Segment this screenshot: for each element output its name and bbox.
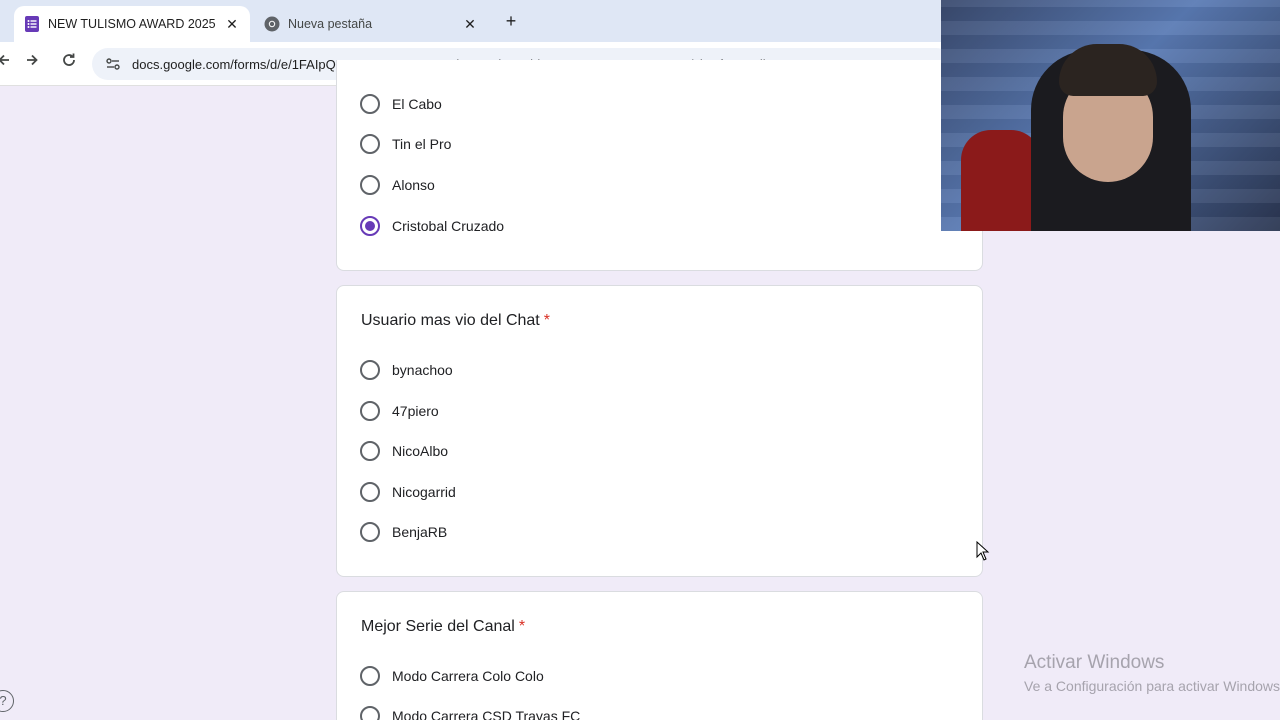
question-card-mejor-serie: Mejor Serie del Canal * Modo Carrera Colo… — [336, 591, 983, 720]
watermark-subtitle: Ve a Configuración para activar Windows. — [1024, 678, 1280, 694]
question-title: Mejor Serie del Canal * — [361, 618, 525, 636]
question-title: Usuario mas vio del Chat * — [361, 312, 550, 330]
help-icon[interactable]: ? — [0, 690, 14, 712]
webcam-overlay — [941, 0, 1280, 231]
watermark-title: Activar Windows — [1024, 652, 1165, 673]
reload-icon[interactable] — [57, 52, 81, 76]
required-marker: * — [543, 312, 550, 329]
option-label: Tin el Pro — [392, 136, 452, 152]
radio-option-selected[interactable]: Cristobal Cruzado — [360, 214, 504, 238]
close-tab-icon[interactable]: ✕ — [460, 16, 480, 33]
radio-option[interactable]: El Cabo — [360, 92, 442, 116]
radio-button[interactable] — [360, 522, 380, 542]
radio-option[interactable]: bynachoo — [360, 358, 453, 382]
option-label: Modo Carrera Colo Colo — [392, 668, 544, 684]
question-title-text: Usuario mas vio del Chat — [361, 312, 540, 329]
radio-option[interactable]: 47piero — [360, 399, 439, 423]
radio-button[interactable] — [360, 94, 380, 114]
radio-option[interactable]: Nicogarrid — [360, 480, 456, 504]
mouse-cursor-icon — [976, 541, 990, 561]
question-title-text: Mejor Serie del Canal — [361, 618, 515, 635]
question-card-usuario-chat: Usuario mas vio del Chat * bynachoo 47pie… — [336, 285, 983, 577]
tab-title: NEW TULISMO AWARD 2025 — [48, 17, 216, 31]
radio-button[interactable] — [360, 706, 380, 720]
radio-option[interactable]: Modo Carrera CSD Trayas FC — [360, 704, 580, 720]
radio-button[interactable] — [360, 482, 380, 502]
radio-option[interactable]: BenjaRB — [360, 520, 447, 544]
close-tab-icon[interactable]: ✕ — [222, 16, 242, 33]
radio-button[interactable] — [360, 175, 380, 195]
radio-option[interactable]: NicoAlbo — [360, 439, 448, 463]
option-label: Nicogarrid — [392, 484, 456, 500]
option-label: El Cabo — [392, 96, 442, 112]
tab-title: Nueva pestaña — [288, 17, 373, 31]
google-forms-icon — [25, 16, 39, 32]
option-label: Modo Carrera CSD Trayas FC — [392, 708, 581, 720]
new-tab-button[interactable]: + — [500, 10, 522, 32]
back-arrow-icon[interactable] — [0, 52, 16, 76]
radio-option[interactable]: Alonso — [360, 173, 435, 197]
radio-option[interactable]: Tin el Pro — [360, 132, 451, 156]
radio-option[interactable]: Modo Carrera Colo Colo — [360, 664, 544, 688]
webcam-chair — [961, 130, 1041, 231]
radio-button[interactable] — [360, 360, 380, 380]
windows-activation-watermark: Activar Windows Ve a Configuración para … — [1024, 652, 1280, 694]
option-label: Cristobal Cruzado — [392, 218, 505, 234]
required-marker: * — [518, 618, 526, 635]
webcam-hair — [1059, 44, 1157, 96]
option-label: NicoAlbo — [392, 443, 449, 459]
radio-button[interactable] — [360, 401, 380, 421]
radio-button[interactable] — [360, 134, 380, 154]
option-label: Alonso — [392, 177, 435, 193]
question-card-previous: El Cabo Tin el Pro Alonso Cristobal Cruz… — [336, 60, 983, 271]
site-settings-icon[interactable] — [104, 55, 122, 73]
tab-nueva-pestana[interactable]: Nueva pestaña ✕ — [256, 6, 488, 42]
option-label: 47piero — [392, 403, 439, 419]
tab-tulismo-award[interactable]: NEW TULISMO AWARD 2025 ✕ — [14, 6, 250, 42]
radio-button-checked[interactable] — [360, 216, 380, 236]
option-label: BenjaRB — [392, 524, 448, 540]
option-label: bynachoo — [392, 362, 453, 378]
chrome-icon — [264, 16, 280, 32]
forward-arrow-icon[interactable] — [20, 52, 44, 76]
radio-button[interactable] — [360, 666, 380, 686]
radio-button[interactable] — [360, 441, 380, 461]
